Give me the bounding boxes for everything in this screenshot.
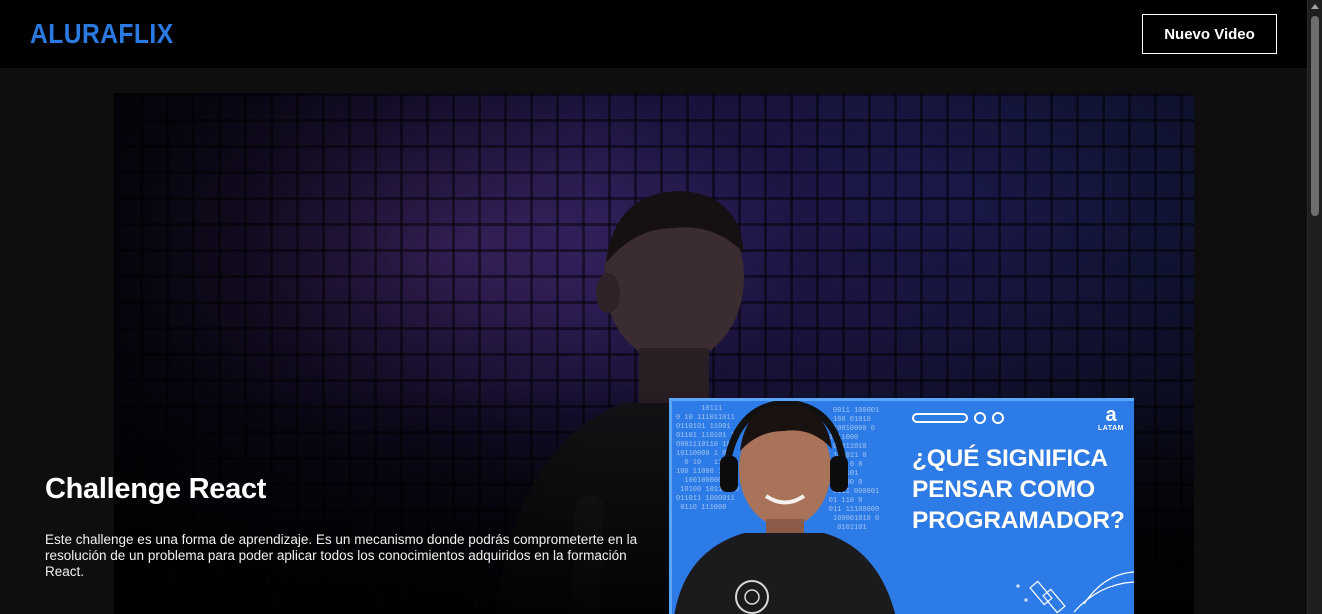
alura-latam-logo: a LATAM [1094,405,1128,432]
circle-shape [974,412,986,424]
page-scrollbar[interactable] [1307,0,1322,614]
window-controls-graphic [912,412,1004,424]
circle-shape [992,412,1004,424]
scroll-up-arrow-icon[interactable] [1311,4,1319,9]
banner-title: Challenge React [45,473,267,505]
featured-video-thumbnail[interactable]: 10111 0 10 111011011 0110101 11001 01101… [669,398,1134,614]
banner-description: Este challenge es una forma de aprendiza… [45,532,638,579]
top-navbar: ALURAFLIX Nuevo Video [0,0,1307,68]
page: ALURAFLIX Nuevo Video Challenge React Es… [0,0,1322,614]
scrollbar-thumb[interactable] [1311,16,1319,216]
hero-banner: Challenge React Este challenge es una fo… [0,68,1307,614]
latam-label: LATAM [1098,425,1124,432]
aluraflix-logo[interactable]: ALURAFLIX [30,18,174,50]
satellite-illustration-icon [1016,571,1134,614]
instructor-photo [674,401,896,614]
thumbnail-title: ¿QUÉ SIGNIFICA PENSAR COMO PROGRAMADOR? [912,445,1125,534]
banner-info: Challenge React Este challenge es una fo… [45,473,645,580]
pill-shape [912,413,968,423]
alura-a-icon: a [1105,404,1117,426]
new-video-button[interactable]: Nuevo Video [1142,14,1277,54]
